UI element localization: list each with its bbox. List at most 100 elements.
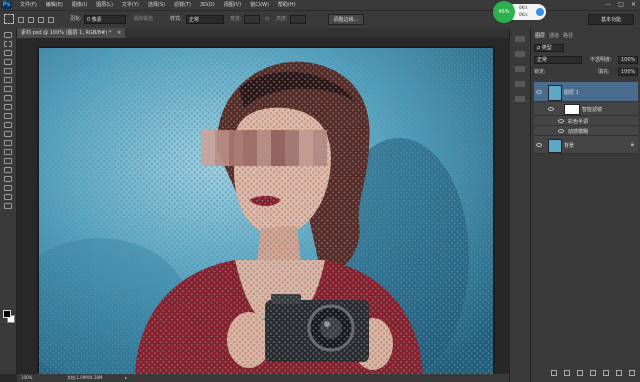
layer-name[interactable]: 背景	[564, 142, 574, 149]
status-menu-arrow[interactable]: ▸	[125, 374, 127, 382]
intersect-selection-icon[interactable]	[48, 17, 54, 23]
feather-input[interactable]: 0 像素	[84, 15, 126, 24]
history-panel-icon[interactable]	[515, 36, 525, 42]
layer-filter-row: ρ 类型	[534, 44, 638, 53]
quick-selection-tool-icon[interactable]	[4, 59, 12, 65]
menu-filter[interactable]: 滤镜(T)	[174, 1, 191, 9]
filter-eye-icon[interactable]	[558, 119, 564, 123]
new-layer-icon[interactable]	[616, 370, 622, 376]
close-tab-icon[interactable]: ×	[117, 30, 121, 36]
layer-thumbnail	[548, 85, 562, 101]
style-label: 样式:	[170, 16, 182, 22]
opacity-input[interactable]: 100%	[618, 56, 638, 64]
menu-type[interactable]: 文字(Y)	[122, 1, 139, 9]
crop-tool-icon[interactable]	[4, 68, 12, 74]
minimize-button[interactable]: —	[605, 1, 611, 9]
layer-row-background[interactable]: 背景 🔒︎	[534, 136, 638, 154]
brush-panel-icon[interactable]	[515, 96, 525, 102]
rectangular-marquee-tool-icon[interactable]	[4, 41, 12, 47]
height-input[interactable]	[290, 15, 306, 24]
document-tab[interactable]: 素材.psd @ 100% (图层 1, RGB/8#) * ×	[17, 28, 126, 38]
layer-kind-filter[interactable]: ρ 类型	[534, 44, 564, 52]
properties-panel-icon[interactable]	[515, 51, 525, 57]
blend-row: 正常 不透明度: 100%	[534, 56, 638, 65]
menu-items: 文件(F) 编辑(E) 图像(I) 图层(L) 文字(Y) 选择(S) 滤镜(T…	[20, 1, 296, 9]
layer-visibility-eye-icon[interactable]	[536, 143, 542, 147]
download-speed: 0K/s	[519, 12, 528, 17]
tab-channels[interactable]: 通道	[549, 32, 559, 40]
add-selection-icon[interactable]	[28, 17, 34, 23]
style-select[interactable]: 正常	[186, 15, 224, 24]
tab-paths[interactable]: 路径	[563, 32, 573, 40]
layer-name[interactable]: 图层 1	[564, 89, 579, 96]
smart-filter-label: 智能滤镜	[582, 107, 603, 113]
paragraph-panel-icon[interactable]	[515, 81, 525, 87]
shape-tool-icon[interactable]	[4, 185, 12, 191]
refine-edge-button[interactable]: 调整边缘...	[328, 14, 364, 25]
panel-tabs: 图层 通道 路径	[531, 32, 640, 40]
maximize-button[interactable]: □	[618, 1, 624, 9]
document-tab-bar: 素材.psd @ 100% (图层 1, RGB/8#) * ×	[17, 28, 509, 38]
menu-layer[interactable]: 图层(L)	[96, 1, 113, 9]
blur-tool-icon[interactable]	[4, 140, 12, 146]
menu-edit[interactable]: 编辑(E)	[46, 1, 63, 9]
layer-row-layer1[interactable]: 图层 1	[534, 82, 638, 102]
zoom-level[interactable]: 100%	[21, 374, 32, 382]
subtract-selection-icon[interactable]	[38, 17, 44, 23]
marquee-tool-icon[interactable]	[4, 14, 14, 24]
workspace-select[interactable]: 基本功能	[588, 14, 634, 25]
document-tab-title: 素材.psd @ 100% (图层 1, RGB/8#) *	[21, 30, 112, 36]
clone-stamp-tool-icon[interactable]	[4, 104, 12, 110]
menu-window[interactable]: 窗口(W)	[250, 1, 269, 9]
type-tool-icon[interactable]	[4, 167, 12, 173]
menu-3d[interactable]: 3D(D)	[200, 1, 215, 9]
width-input[interactable]	[244, 15, 260, 24]
close-button[interactable]: ✕	[631, 1, 636, 9]
eyedropper-tool-icon[interactable]	[4, 77, 12, 83]
delete-layer-icon[interactable]	[629, 370, 635, 376]
move-tool-icon[interactable]	[4, 32, 12, 38]
menu-help[interactable]: 帮助(H)	[278, 1, 296, 9]
lock-row: 锁定: 填充: 100%	[534, 68, 638, 77]
eraser-tool-icon[interactable]	[4, 122, 12, 128]
menu-image[interactable]: 图像(I)	[72, 1, 87, 9]
zoom-tool-icon[interactable]	[4, 203, 12, 209]
memory-usage-indicator[interactable]: 45%	[493, 1, 515, 23]
new-group-icon[interactable]	[603, 370, 609, 376]
tab-layers[interactable]: 图层	[535, 32, 545, 40]
dodge-tool-icon[interactable]	[4, 149, 12, 155]
menu-select[interactable]: 选择(S)	[148, 1, 165, 9]
brush-tool-icon[interactable]	[4, 95, 12, 101]
add-mask-icon[interactable]	[577, 370, 583, 376]
menu-file[interactable]: 文件(F)	[20, 1, 37, 9]
layer-row-color-halftone[interactable]: 彩色半调	[534, 116, 638, 126]
foreground-color-swatch[interactable]	[3, 310, 11, 318]
antialias-checkbox[interactable]: 消除锯齿	[133, 15, 153, 24]
layer-visibility-eye-icon[interactable]	[536, 90, 542, 94]
document-canvas[interactable]	[39, 48, 493, 374]
history-brush-tool-icon[interactable]	[4, 113, 12, 119]
path-selection-tool-icon[interactable]	[4, 176, 12, 182]
new-selection-icon[interactable]	[18, 17, 24, 23]
filter-eye-icon[interactable]	[558, 129, 564, 133]
canvas-area[interactable]	[17, 38, 509, 374]
layer-thumbnail	[548, 139, 562, 153]
swap-icon[interactable]: ⇄	[265, 15, 269, 24]
smart-filter-eye-icon[interactable]	[548, 107, 554, 111]
layer-row-smart-filters[interactable]: 智能滤镜	[534, 102, 638, 116]
hand-tool-icon[interactable]	[4, 194, 12, 200]
accelerate-icon[interactable]	[536, 8, 544, 16]
adjustment-layer-icon[interactable]	[590, 370, 596, 376]
blend-mode-select[interactable]: 正常	[534, 56, 582, 64]
link-layers-icon[interactable]	[551, 370, 557, 376]
lasso-tool-icon[interactable]	[4, 50, 12, 56]
character-panel-icon[interactable]	[515, 66, 525, 72]
menu-view[interactable]: 视图(V)	[224, 1, 241, 9]
gradient-tool-icon[interactable]	[4, 131, 12, 137]
pen-tool-icon[interactable]	[4, 158, 12, 164]
add-style-icon[interactable]	[564, 370, 570, 376]
healing-brush-tool-icon[interactable]	[4, 86, 12, 92]
status-bar: 100% 文档:1.09M/4.28M ▸	[17, 374, 509, 382]
fill-input[interactable]: 100%	[618, 68, 638, 76]
layer-row-motion-blur[interactable]: 动感模糊	[534, 126, 638, 136]
